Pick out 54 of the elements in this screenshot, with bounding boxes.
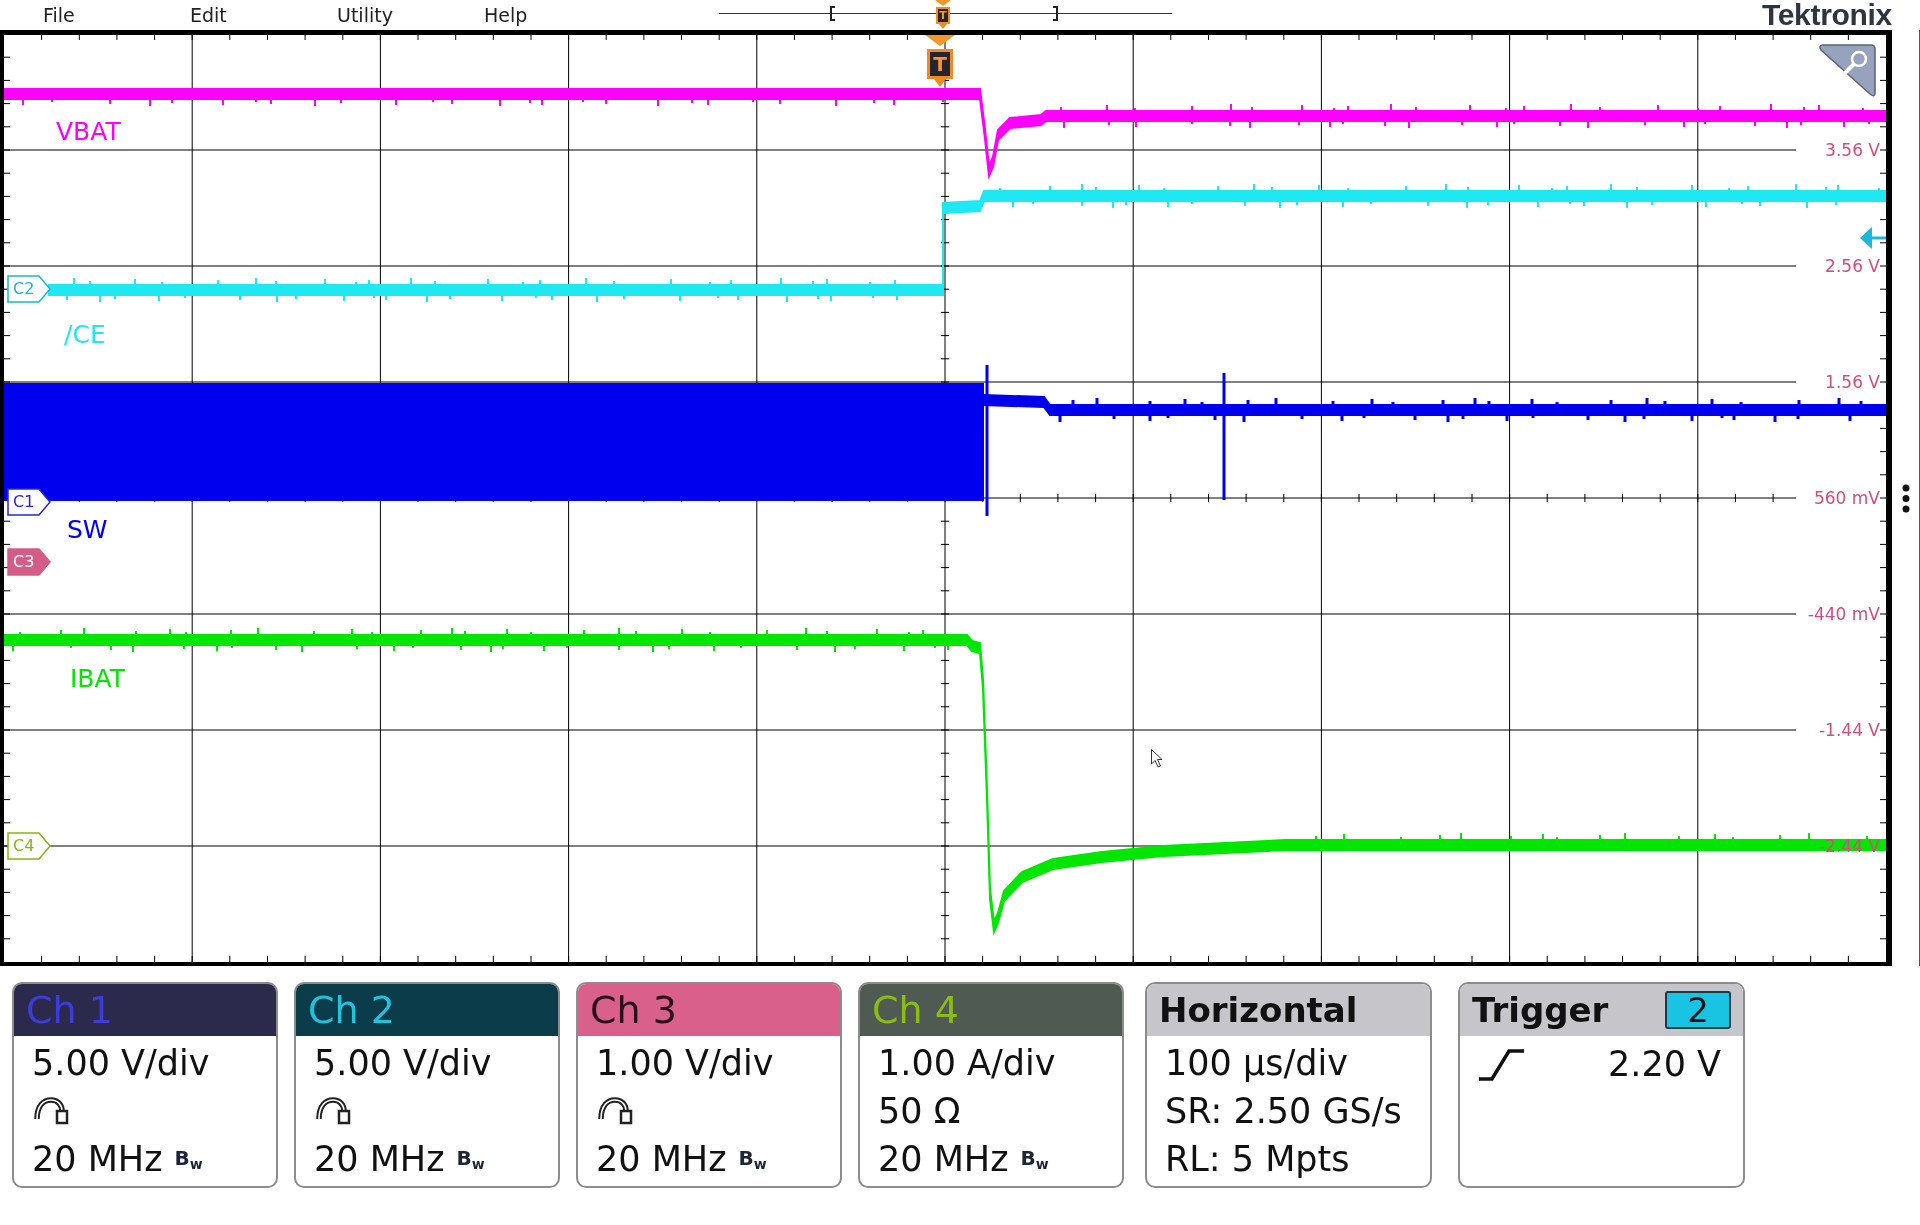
bandwidth-value: 20 MHz xyxy=(596,1138,727,1181)
trigger-source-badge: 2 xyxy=(1665,991,1731,1029)
vertical-scale: 5.00 V/div xyxy=(32,1042,210,1085)
scale-label: 1.56 V xyxy=(1825,371,1880,393)
channel-badge[interactable]: Ch 1 5.00 V/div 20 MHz B$_{w}$ xyxy=(12,982,278,1188)
more-options-icon[interactable] xyxy=(1901,483,1910,513)
vertical-scale: 1.00 A/div xyxy=(878,1042,1056,1085)
trigger-level-value: 2.20 V xyxy=(1608,1043,1721,1086)
channel-title: Ch 4 xyxy=(860,984,1122,1036)
trace-label: VBAT xyxy=(56,118,121,146)
horizontal-setting: SR: 2.50 GS/s xyxy=(1165,1090,1402,1133)
trigger-badge[interactable]: Trigger 2 2.20 V xyxy=(1458,982,1745,1188)
trace-label: IBAT xyxy=(70,665,125,693)
menu-item[interactable]: File xyxy=(43,2,75,28)
termination-value: 50 Ω xyxy=(878,1090,961,1133)
bandwidth-limit-mark: B$_{w}$ xyxy=(738,1145,767,1174)
scale-label: 3.56 V xyxy=(1825,139,1880,161)
panel-title: Trigger xyxy=(1472,989,1609,1032)
vertical-scale: 1.00 V/div xyxy=(596,1042,774,1085)
trace-label: SW xyxy=(67,516,108,544)
probe-icon xyxy=(596,1097,634,1125)
horizontal-badge[interactable]: Horizontal 100 µs/div SR: 2.50 GS/s RL: 5 Mpts xyxy=(1145,982,1432,1188)
channel-badge[interactable]: Ch 2 5.00 V/div 20 MHz B$_{w}$ xyxy=(294,982,560,1188)
channel-title: Ch 3 xyxy=(578,984,840,1036)
panel-title: Horizontal xyxy=(1147,984,1430,1036)
channel-marker[interactable]: C1 xyxy=(7,488,51,516)
bandwidth-limit-mark: B$_{w}$ xyxy=(174,1145,203,1174)
scale-label: 560 mV xyxy=(1813,487,1880,509)
scale-label: -1.44 V xyxy=(1818,719,1880,741)
bandwidth-limit-mark: B$_{w}$ xyxy=(1020,1145,1049,1174)
brand-logo: Tektronix xyxy=(1761,0,1892,30)
bandwidth-limit-mark: B$_{w}$ xyxy=(456,1145,485,1174)
probe-icon xyxy=(32,1097,70,1125)
channel-title: Ch 1 xyxy=(14,984,276,1036)
horizontal-setting: 100 µs/div xyxy=(1165,1042,1348,1085)
channel-title: Ch 2 xyxy=(296,984,558,1036)
vertical-scale: 5.00 V/div xyxy=(314,1042,492,1085)
channel-badge[interactable]: Ch 4 1.00 A/div 50 Ω 20 MHz B$_{w}$ xyxy=(858,982,1124,1188)
scale-label: 2.56 V xyxy=(1825,255,1880,277)
bandwidth-value: 20 MHz xyxy=(32,1138,163,1181)
mouse-pointer-icon xyxy=(1151,749,1163,768)
scale-label: -2.44 V xyxy=(1818,835,1880,857)
menu-item[interactable]: Edit xyxy=(190,2,227,28)
channel-badge[interactable]: Ch 3 1.00 V/div 20 MHz B$_{w}$ xyxy=(576,982,842,1188)
menu-item[interactable]: Utility xyxy=(337,2,393,28)
probe-icon xyxy=(314,1097,352,1125)
bandwidth-value: 20 MHz xyxy=(314,1138,445,1181)
trace-label: /CE xyxy=(64,321,106,349)
scale-label: -440 mV xyxy=(1807,603,1880,625)
horizontal-setting: RL: 5 Mpts xyxy=(1165,1138,1350,1181)
channel-marker[interactable]: C3 xyxy=(7,548,51,576)
zoom-icon[interactable] xyxy=(1819,44,1876,97)
bandwidth-value: 20 MHz xyxy=(878,1138,1009,1181)
menu-item[interactable]: Help xyxy=(484,2,528,28)
